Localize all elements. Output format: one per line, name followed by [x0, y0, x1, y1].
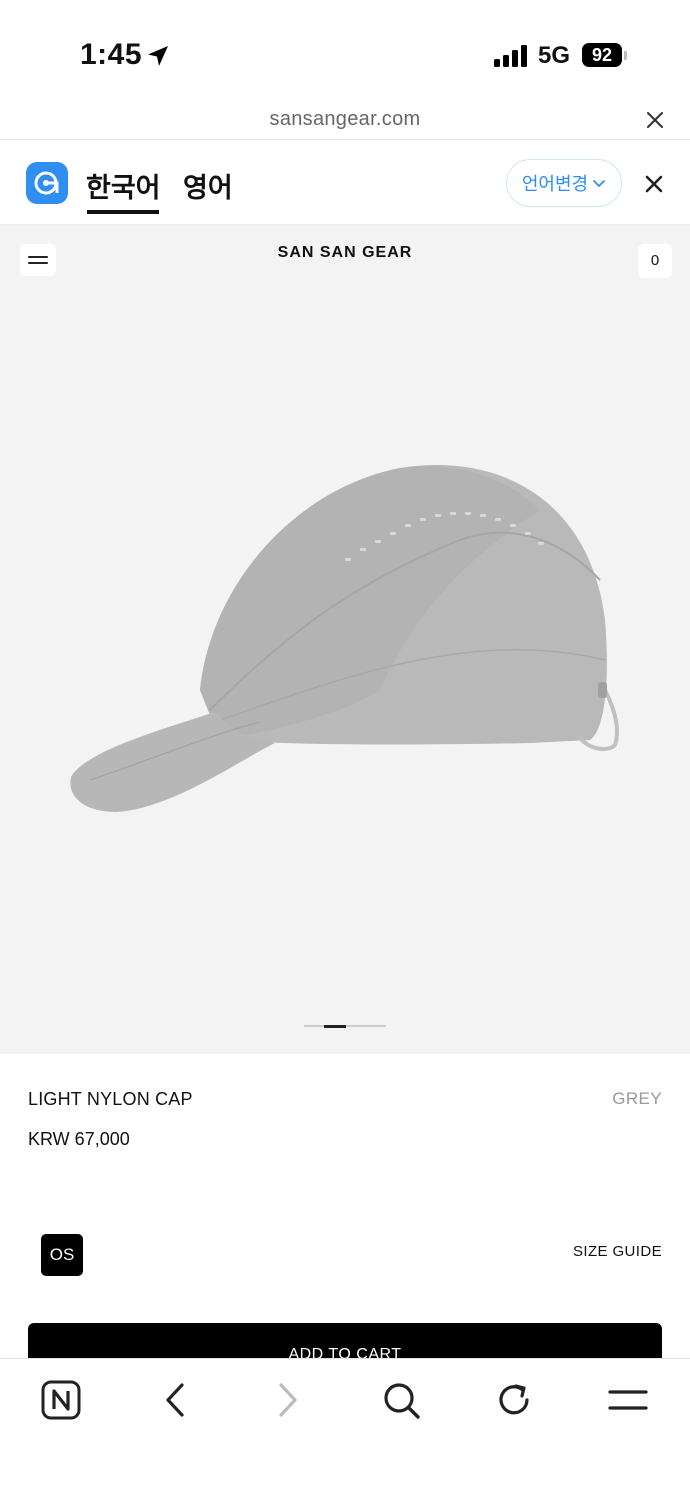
carousel-dot[interactable] [346, 1025, 386, 1027]
change-language-button[interactable]: 언어변경 [506, 159, 622, 207]
search-icon [384, 1383, 420, 1419]
reload-button[interactable] [492, 1378, 536, 1422]
menu-icon [608, 1390, 648, 1410]
close-icon[interactable] [645, 110, 665, 130]
carousel-dot-active[interactable] [324, 1024, 346, 1028]
forward-button[interactable] [266, 1378, 310, 1422]
battery-indicator: 92 [582, 43, 622, 67]
back-icon [166, 1383, 184, 1417]
active-tab-indicator [87, 210, 159, 214]
reload-icon [499, 1384, 529, 1415]
network-type: 5G [538, 42, 571, 69]
product-color: GREY [612, 1089, 662, 1108]
battery-tip [624, 51, 627, 60]
cart-count-button[interactable]: 0 [638, 244, 672, 278]
brand-logo[interactable]: SAN SAN GEAR [0, 244, 690, 262]
chevron-down-icon [593, 180, 606, 188]
status-time: 1:45 [80, 38, 143, 71]
back-button[interactable] [153, 1378, 197, 1422]
translate-app-icon [26, 162, 68, 204]
carousel-dot[interactable] [304, 1025, 324, 1027]
change-language-label: 언어변경 [521, 174, 589, 194]
location-arrow-icon [148, 46, 168, 66]
product-name: LIGHT NYLON CAP [28, 1089, 193, 1109]
size-option-os[interactable]: OS [41, 1234, 83, 1276]
browser-bottom-toolbar [0, 1358, 690, 1501]
size-guide-link[interactable]: SIZE GUIDE [573, 1243, 662, 1260]
tab-korean[interactable]: 한국어 [86, 166, 161, 205]
cellular-signal-icon [494, 45, 527, 67]
product-price: KRW 67,000 [28, 1129, 130, 1149]
naver-home-icon [41, 1380, 81, 1420]
product-image-cap [70, 465, 619, 812]
divider [0, 139, 690, 140]
forward-icon [279, 1383, 297, 1417]
menu-button[interactable] [606, 1378, 650, 1422]
tab-english[interactable]: 영어 [183, 166, 233, 205]
naver-home-button[interactable] [39, 1378, 83, 1422]
url-bar[interactable]: sansangear.com [0, 108, 690, 131]
search-button[interactable] [379, 1378, 423, 1422]
close-translate-icon[interactable] [644, 174, 664, 194]
image-carousel-indicator [304, 1024, 386, 1028]
